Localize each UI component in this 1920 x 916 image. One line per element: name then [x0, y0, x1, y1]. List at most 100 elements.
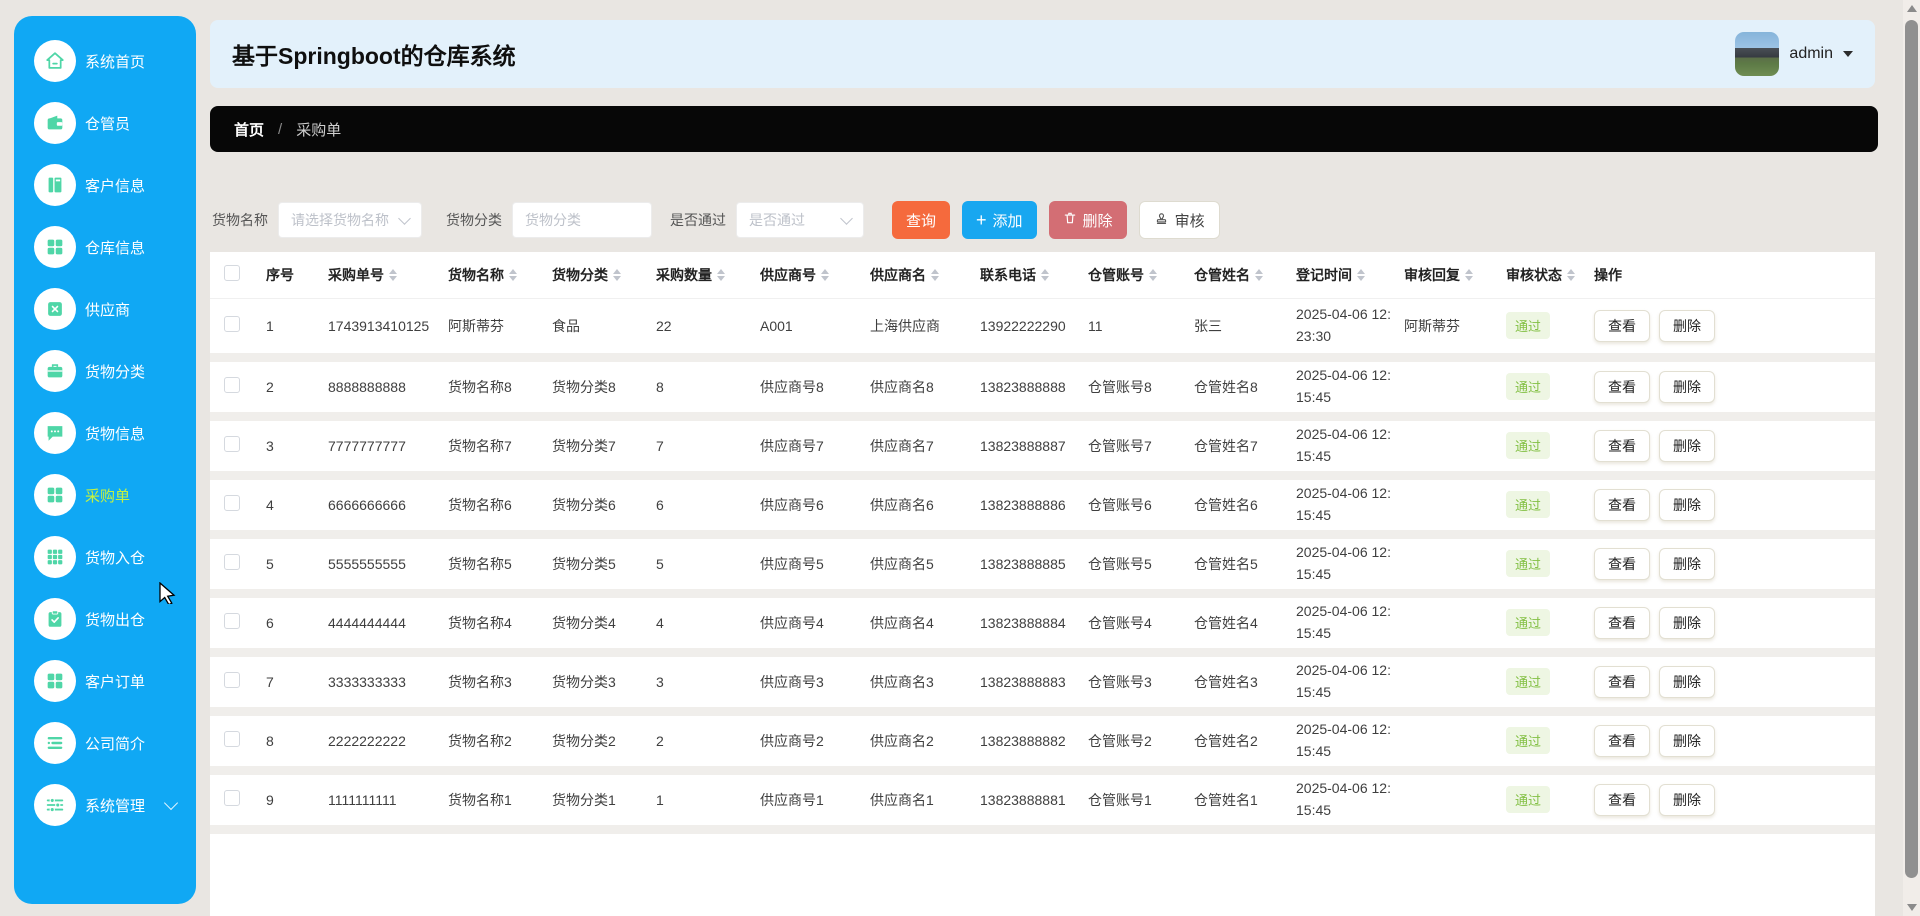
sidebar-item-goods-category[interactable]: 货物分类 — [34, 350, 186, 392]
audit-button[interactable]: 审核 — [1138, 201, 1220, 239]
row-checkbox[interactable] — [224, 377, 240, 393]
delete-row-button[interactable]: 删除 — [1659, 488, 1715, 521]
status-badge: 通过 — [1506, 432, 1551, 459]
sort-carets-icon[interactable] — [717, 268, 725, 281]
delete-row-button[interactable]: 删除 — [1659, 606, 1715, 639]
scroll-down-arrow-icon[interactable] — [1907, 904, 1917, 911]
delete-row-button[interactable]: 删除 — [1659, 665, 1715, 698]
column-header[interactable]: 登记时间 — [1294, 252, 1402, 299]
column-header[interactable]: 供应商号 — [758, 252, 868, 299]
scrollbar-thumb[interactable] — [1905, 20, 1918, 878]
sidebar-item-purchase-order[interactable]: 采购单 — [34, 474, 186, 516]
cell-actions: 查看 删除 — [1592, 770, 1875, 834]
delete-row-button[interactable]: 删除 — [1659, 370, 1715, 403]
sidebar-item-home[interactable]: 系统首页 — [34, 40, 186, 82]
column-header-label: 仓管姓名 — [1194, 266, 1250, 283]
view-button[interactable]: 查看 — [1594, 783, 1650, 816]
sort-carets-icon[interactable] — [1567, 268, 1575, 281]
row-checkbox-cell — [210, 652, 264, 716]
sidebar-item-warehouse-info[interactable]: 仓库信息 — [34, 226, 186, 268]
sidebar-item-goods-outbound[interactable]: 货物出仓 — [34, 598, 186, 640]
column-header[interactable]: 货物名称 — [446, 252, 550, 299]
cell-order-no: 7777777777 — [326, 416, 446, 480]
sort-carets-icon[interactable] — [389, 268, 397, 281]
sidebar-item-company-profile[interactable]: 公司简介 — [34, 722, 186, 764]
view-button[interactable]: 查看 — [1594, 665, 1650, 698]
sidebar-item-system-manage[interactable]: 系统管理 — [34, 784, 186, 826]
sort-carets-icon[interactable] — [1149, 268, 1157, 281]
column-header-label: 操作 — [1594, 266, 1622, 283]
sidebar-item-supplier[interactable]: 供应商 — [34, 288, 186, 330]
query-button[interactable]: 查询 — [892, 201, 951, 239]
column-header: 操作 — [1592, 252, 1875, 299]
goods-category-input[interactable]: 货物分类 — [512, 202, 652, 238]
sort-carets-icon[interactable] — [509, 268, 517, 281]
column-header[interactable]: 采购数量 — [654, 252, 758, 299]
delete-row-button[interactable]: 删除 — [1659, 547, 1715, 580]
stamp-icon — [1154, 211, 1169, 230]
delete-button[interactable]: 删除 — [1048, 201, 1127, 239]
row-checkbox[interactable] — [224, 495, 240, 511]
cell-seq: 6 — [264, 593, 326, 657]
sidebar-item-goods-info[interactable]: 货物信息 — [34, 412, 186, 454]
sort-carets-icon[interactable] — [1255, 268, 1263, 281]
cell-supplier-name: 供应商名4 — [868, 593, 978, 657]
pass-select[interactable]: 是否通过 — [736, 202, 864, 238]
column-header[interactable]: 联系电话 — [978, 252, 1086, 299]
column-header[interactable]: 仓管账号 — [1086, 252, 1192, 299]
user-menu[interactable]: admin — [1735, 32, 1853, 76]
sort-carets-icon[interactable] — [1465, 268, 1473, 281]
delete-row-button[interactable]: 删除 — [1659, 309, 1715, 342]
cell-order-no: 6666666666 — [326, 475, 446, 539]
breadcrumb-separator: / — [278, 120, 283, 138]
sort-carets-icon[interactable] — [931, 268, 939, 281]
view-button[interactable]: 查看 — [1594, 606, 1650, 639]
column-header[interactable]: 供应商名 — [868, 252, 978, 299]
cell-audit-reply — [1402, 475, 1504, 539]
sidebar-item-customer-order[interactable]: 客户订单 — [34, 660, 186, 702]
sidebar-item-goods-inbound[interactable]: 货物入仓 — [34, 536, 186, 578]
delete-row-button[interactable]: 删除 — [1659, 783, 1715, 816]
view-button[interactable]: 查看 — [1594, 370, 1650, 403]
column-header[interactable]: 采购单号 — [326, 252, 446, 299]
scroll-up-arrow-icon[interactable] — [1907, 5, 1917, 12]
view-button[interactable]: 查看 — [1594, 547, 1650, 580]
sort-carets-icon[interactable] — [821, 268, 829, 281]
row-checkbox[interactable] — [224, 554, 240, 570]
cell-actions: 查看 删除 — [1592, 357, 1875, 421]
goods-name-select[interactable]: 请选择货物名称 — [278, 202, 422, 238]
select-all-checkbox[interactable] — [224, 265, 240, 282]
breadcrumb-home[interactable]: 首页 — [234, 119, 264, 140]
column-header[interactable]: 审核回复 — [1402, 252, 1504, 299]
view-button[interactable]: 查看 — [1594, 309, 1650, 342]
row-checkbox[interactable] — [224, 790, 240, 806]
column-header[interactable]: 审核状态 — [1504, 252, 1592, 299]
row-checkbox[interactable] — [224, 316, 240, 332]
sort-carets-icon[interactable] — [613, 268, 621, 281]
view-button[interactable]: 查看 — [1594, 488, 1650, 521]
row-checkbox[interactable] — [224, 436, 240, 452]
view-button[interactable]: 查看 — [1594, 724, 1650, 757]
row-checkbox[interactable] — [224, 731, 240, 747]
sort-carets-icon[interactable] — [1041, 268, 1049, 281]
row-checkbox[interactable] — [224, 613, 240, 629]
delete-row-button[interactable]: 删除 — [1659, 429, 1715, 462]
column-header[interactable]: 仓管姓名 — [1192, 252, 1294, 299]
view-button[interactable]: 查看 — [1594, 429, 1650, 462]
status-badge: 通过 — [1506, 312, 1551, 339]
cell-seq: 9 — [264, 770, 326, 834]
cell-supplier-no: 供应商号2 — [758, 711, 868, 775]
cell-register-time: 2025-04-06 12:15:45 — [1294, 416, 1402, 480]
column-header[interactable]: 货物分类 — [550, 252, 654, 299]
sidebar-item-keeper[interactable]: 仓管员 — [34, 102, 186, 144]
sidebar-item-customer-info[interactable]: 客户信息 — [34, 164, 186, 206]
delete-row-button[interactable]: 删除 — [1659, 724, 1715, 757]
row-checkbox[interactable] — [224, 672, 240, 688]
add-button[interactable]: + 添加 — [962, 201, 1037, 239]
scrollbar[interactable] — [1903, 0, 1920, 916]
cell-keeper-name: 仓管姓名7 — [1192, 416, 1294, 480]
row-checkbox-cell — [210, 357, 264, 421]
sort-carets-icon[interactable] — [1357, 268, 1365, 281]
sidebar-item-label: 客户信息 — [85, 177, 146, 195]
cell-phone: 13823888887 — [978, 416, 1086, 480]
